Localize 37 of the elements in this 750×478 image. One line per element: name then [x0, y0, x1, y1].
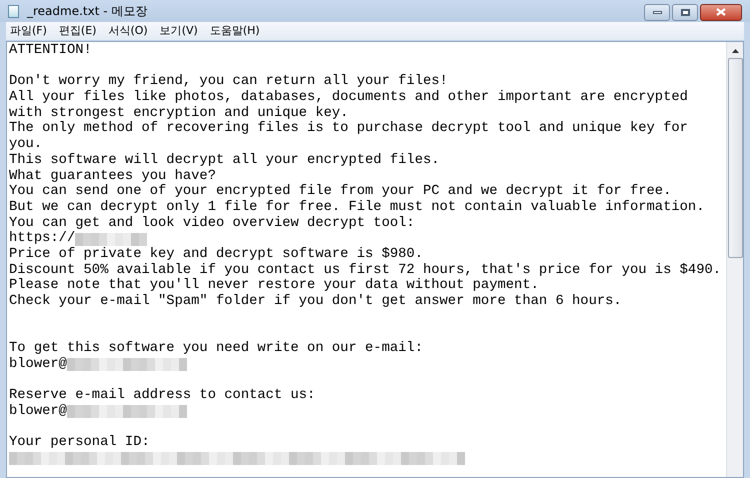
- note-line: blower@: [9, 404, 67, 420]
- note-line: Reserve e-mail address to contact us:: [9, 388, 316, 404]
- menu-item[interactable]: 도움말(H): [210, 22, 260, 40]
- note-line: Please note that you'll never restore your data without payment.: [9, 278, 540, 294]
- note-line: Price of private key and decrypt software is $980.: [9, 246, 424, 263]
- note-line: Discount 50% available if you contact us first 72 hours, that's price for you is $490.: [9, 262, 722, 278]
- window-title: _readme.txt - 메모장: [27, 3, 148, 20]
- scroll-thumb[interactable]: [728, 58, 742, 258]
- note-line: All your files like photos, databases, documents and other important are encrypted: [9, 90, 689, 106]
- note-line: Don't worry my friend, you can return all your files!: [9, 74, 449, 90]
- note-line: Check your e-mail "Spam" folder if you don't get answer more than 6 hours.: [9, 294, 623, 310]
- note-line: What guarantees you have?: [9, 168, 217, 184]
- note-line: To get this software you need write on our e-mail:: [9, 341, 424, 357]
- close-icon: [716, 8, 726, 16]
- menu-item[interactable]: 편집(E): [58, 22, 96, 40]
- minimize-icon: [652, 10, 662, 14]
- scroll-up-icon[interactable]: [732, 49, 738, 53]
- note-line: https://: [9, 231, 76, 247]
- scrollbar[interactable]: [726, 42, 743, 477]
- note-line: But we can decrypt only 1 file for free. File must not contain valuable information.: [9, 200, 706, 216]
- note-line: you.: [9, 137, 44, 153]
- notepad-icon: [8, 4, 19, 18]
- menu-item[interactable]: 파일(F): [10, 22, 47, 40]
- close-button[interactable]: [700, 4, 742, 20]
- note-line: blower@: [9, 356, 67, 372]
- menu-item[interactable]: 서식(O): [108, 22, 148, 40]
- note-line: Your personal ID:: [9, 435, 151, 451]
- maximize-button[interactable]: [672, 4, 698, 20]
- note-line: The only method of recovering files is to purchase decrypt tool and unique key for: [9, 121, 689, 138]
- note-line: ATTENTION!: [9, 43, 93, 59]
- note-line: You can send one of your encrypted file from your PC and we decrypt it for free.: [9, 184, 672, 200]
- maximize-icon: [680, 8, 690, 16]
- minimize-button[interactable]: [644, 4, 670, 20]
- note-line: This software will decrypt all your encrypted files.: [9, 152, 441, 168]
- note-line: with strongest encryption and unique key.: [9, 106, 350, 121]
- note-line: You can get and look video overview decrypt tool:: [9, 216, 416, 231]
- menu-item[interactable]: 보기(V): [160, 22, 198, 40]
